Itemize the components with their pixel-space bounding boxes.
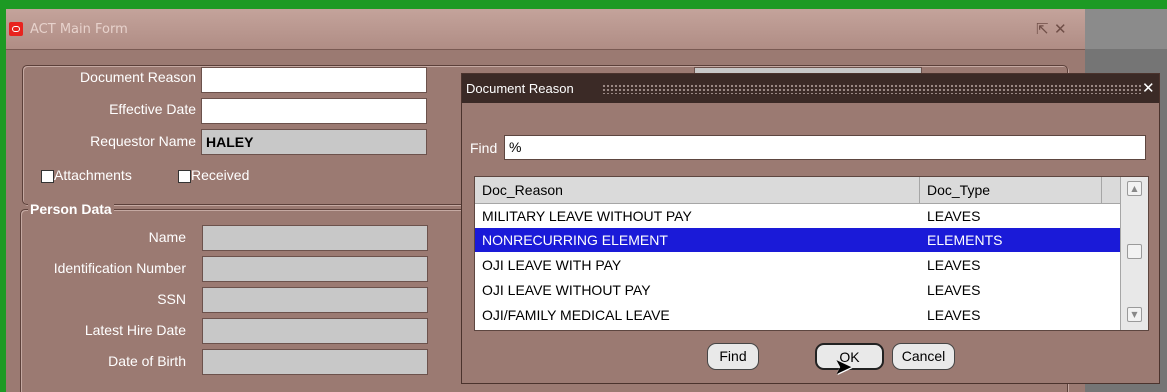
- requestor-name-field[interactable]: HALEY: [201, 129, 427, 155]
- row-type: LEAVES: [927, 257, 981, 273]
- oracle-logo-icon: [9, 22, 23, 36]
- dialog-title: Document Reason: [466, 81, 574, 96]
- window-title: ACT Main Form: [30, 22, 128, 37]
- ssn-field[interactable]: [202, 287, 428, 313]
- identification-number-field[interactable]: [202, 256, 428, 282]
- row-type: ELEMENTS: [927, 232, 1003, 248]
- scroll-up-icon[interactable]: ▲: [1127, 181, 1142, 196]
- background-strip-top: [1085, 9, 1167, 49]
- list-item[interactable]: OJI/FAMILY MEDICAL LEAVE LEAVES: [475, 303, 1120, 327]
- scroll-down-icon[interactable]: ▼: [1127, 307, 1142, 322]
- received-checkbox[interactable]: [178, 170, 191, 183]
- person-data-title: Person Data: [28, 201, 114, 217]
- latest-hire-date-field[interactable]: [202, 318, 428, 344]
- name-label: Name: [148, 229, 186, 245]
- row-reason: OJI LEAVE WITH PAY: [482, 257, 622, 273]
- name-field[interactable]: [202, 225, 428, 251]
- list-item-selected[interactable]: NONRECURRING ELEMENT ELEMENTS: [475, 228, 1120, 252]
- document-reason-list: Doc_Reason Doc_Type MILITARY LEAVE WITHO…: [474, 176, 1149, 331]
- titlebar-grip: [602, 84, 1142, 94]
- find-label: Find: [470, 140, 498, 156]
- column-header-doc-reason[interactable]: Doc_Reason: [475, 177, 920, 203]
- document-reason-label: Document Reason: [80, 69, 196, 85]
- row-type: LEAVES: [927, 307, 981, 323]
- list-item[interactable]: OJI LEAVE WITHOUT PAY LEAVES: [475, 278, 1120, 302]
- dialog-close-icon[interactable]: ✕: [1142, 79, 1155, 97]
- date-of-birth-label: Date of Birth: [108, 353, 186, 369]
- latest-hire-date-label: Latest Hire Date: [84, 322, 186, 338]
- document-reason-field[interactable]: [201, 67, 427, 93]
- effective-date-label: Effective Date: [109, 101, 196, 117]
- received-label: Received: [191, 167, 250, 183]
- find-input[interactable]: %: [504, 135, 1146, 160]
- row-reason: OJI LEAVE WITHOUT PAY: [482, 282, 651, 298]
- window-titlebar[interactable]: ACT Main Form ⇱ ✕: [6, 9, 1085, 50]
- list-header: Doc_Reason Doc_Type: [475, 177, 1120, 204]
- find-button[interactable]: Find: [707, 343, 759, 370]
- row-reason: MILITARY LEAVE WITHOUT PAY: [482, 208, 692, 224]
- scroll-thumb[interactable]: [1127, 244, 1142, 259]
- attachments-label: Attachments: [54, 167, 132, 183]
- row-reason: NONRECURRING ELEMENT: [482, 232, 668, 248]
- column-header-doc-type[interactable]: Doc_Type: [920, 177, 1102, 203]
- date-of-birth-field[interactable]: [202, 349, 428, 375]
- document-reason-dialog: Document Reason ✕ Find % Doc_Reason Doc_…: [461, 73, 1160, 384]
- cancel-button[interactable]: Cancel: [892, 343, 955, 370]
- mouse-pointer-icon: ➤: [834, 355, 853, 380]
- restore-icon[interactable]: ⇱: [1036, 20, 1049, 38]
- row-reason: OJI/FAMILY MEDICAL LEAVE: [482, 307, 670, 323]
- dialog-titlebar[interactable]: Document Reason ✕: [462, 74, 1159, 103]
- row-type: LEAVES: [927, 208, 981, 224]
- identification-number-label: Identification Number: [53, 260, 186, 276]
- requestor-name-label: Requestor Name: [90, 133, 196, 149]
- attachments-checkbox[interactable]: [41, 170, 54, 183]
- list-scrollbar[interactable]: ▲ ▼: [1120, 177, 1148, 330]
- list-item[interactable]: OJI LEAVE WITH PAY LEAVES: [475, 253, 1120, 277]
- ssn-label: SSN: [157, 291, 186, 307]
- row-type: LEAVES: [927, 282, 981, 298]
- effective-date-field[interactable]: [201, 98, 427, 124]
- close-icon[interactable]: ✕: [1054, 20, 1067, 38]
- list-item[interactable]: MILITARY LEAVE WITHOUT PAY LEAVES: [475, 204, 1120, 228]
